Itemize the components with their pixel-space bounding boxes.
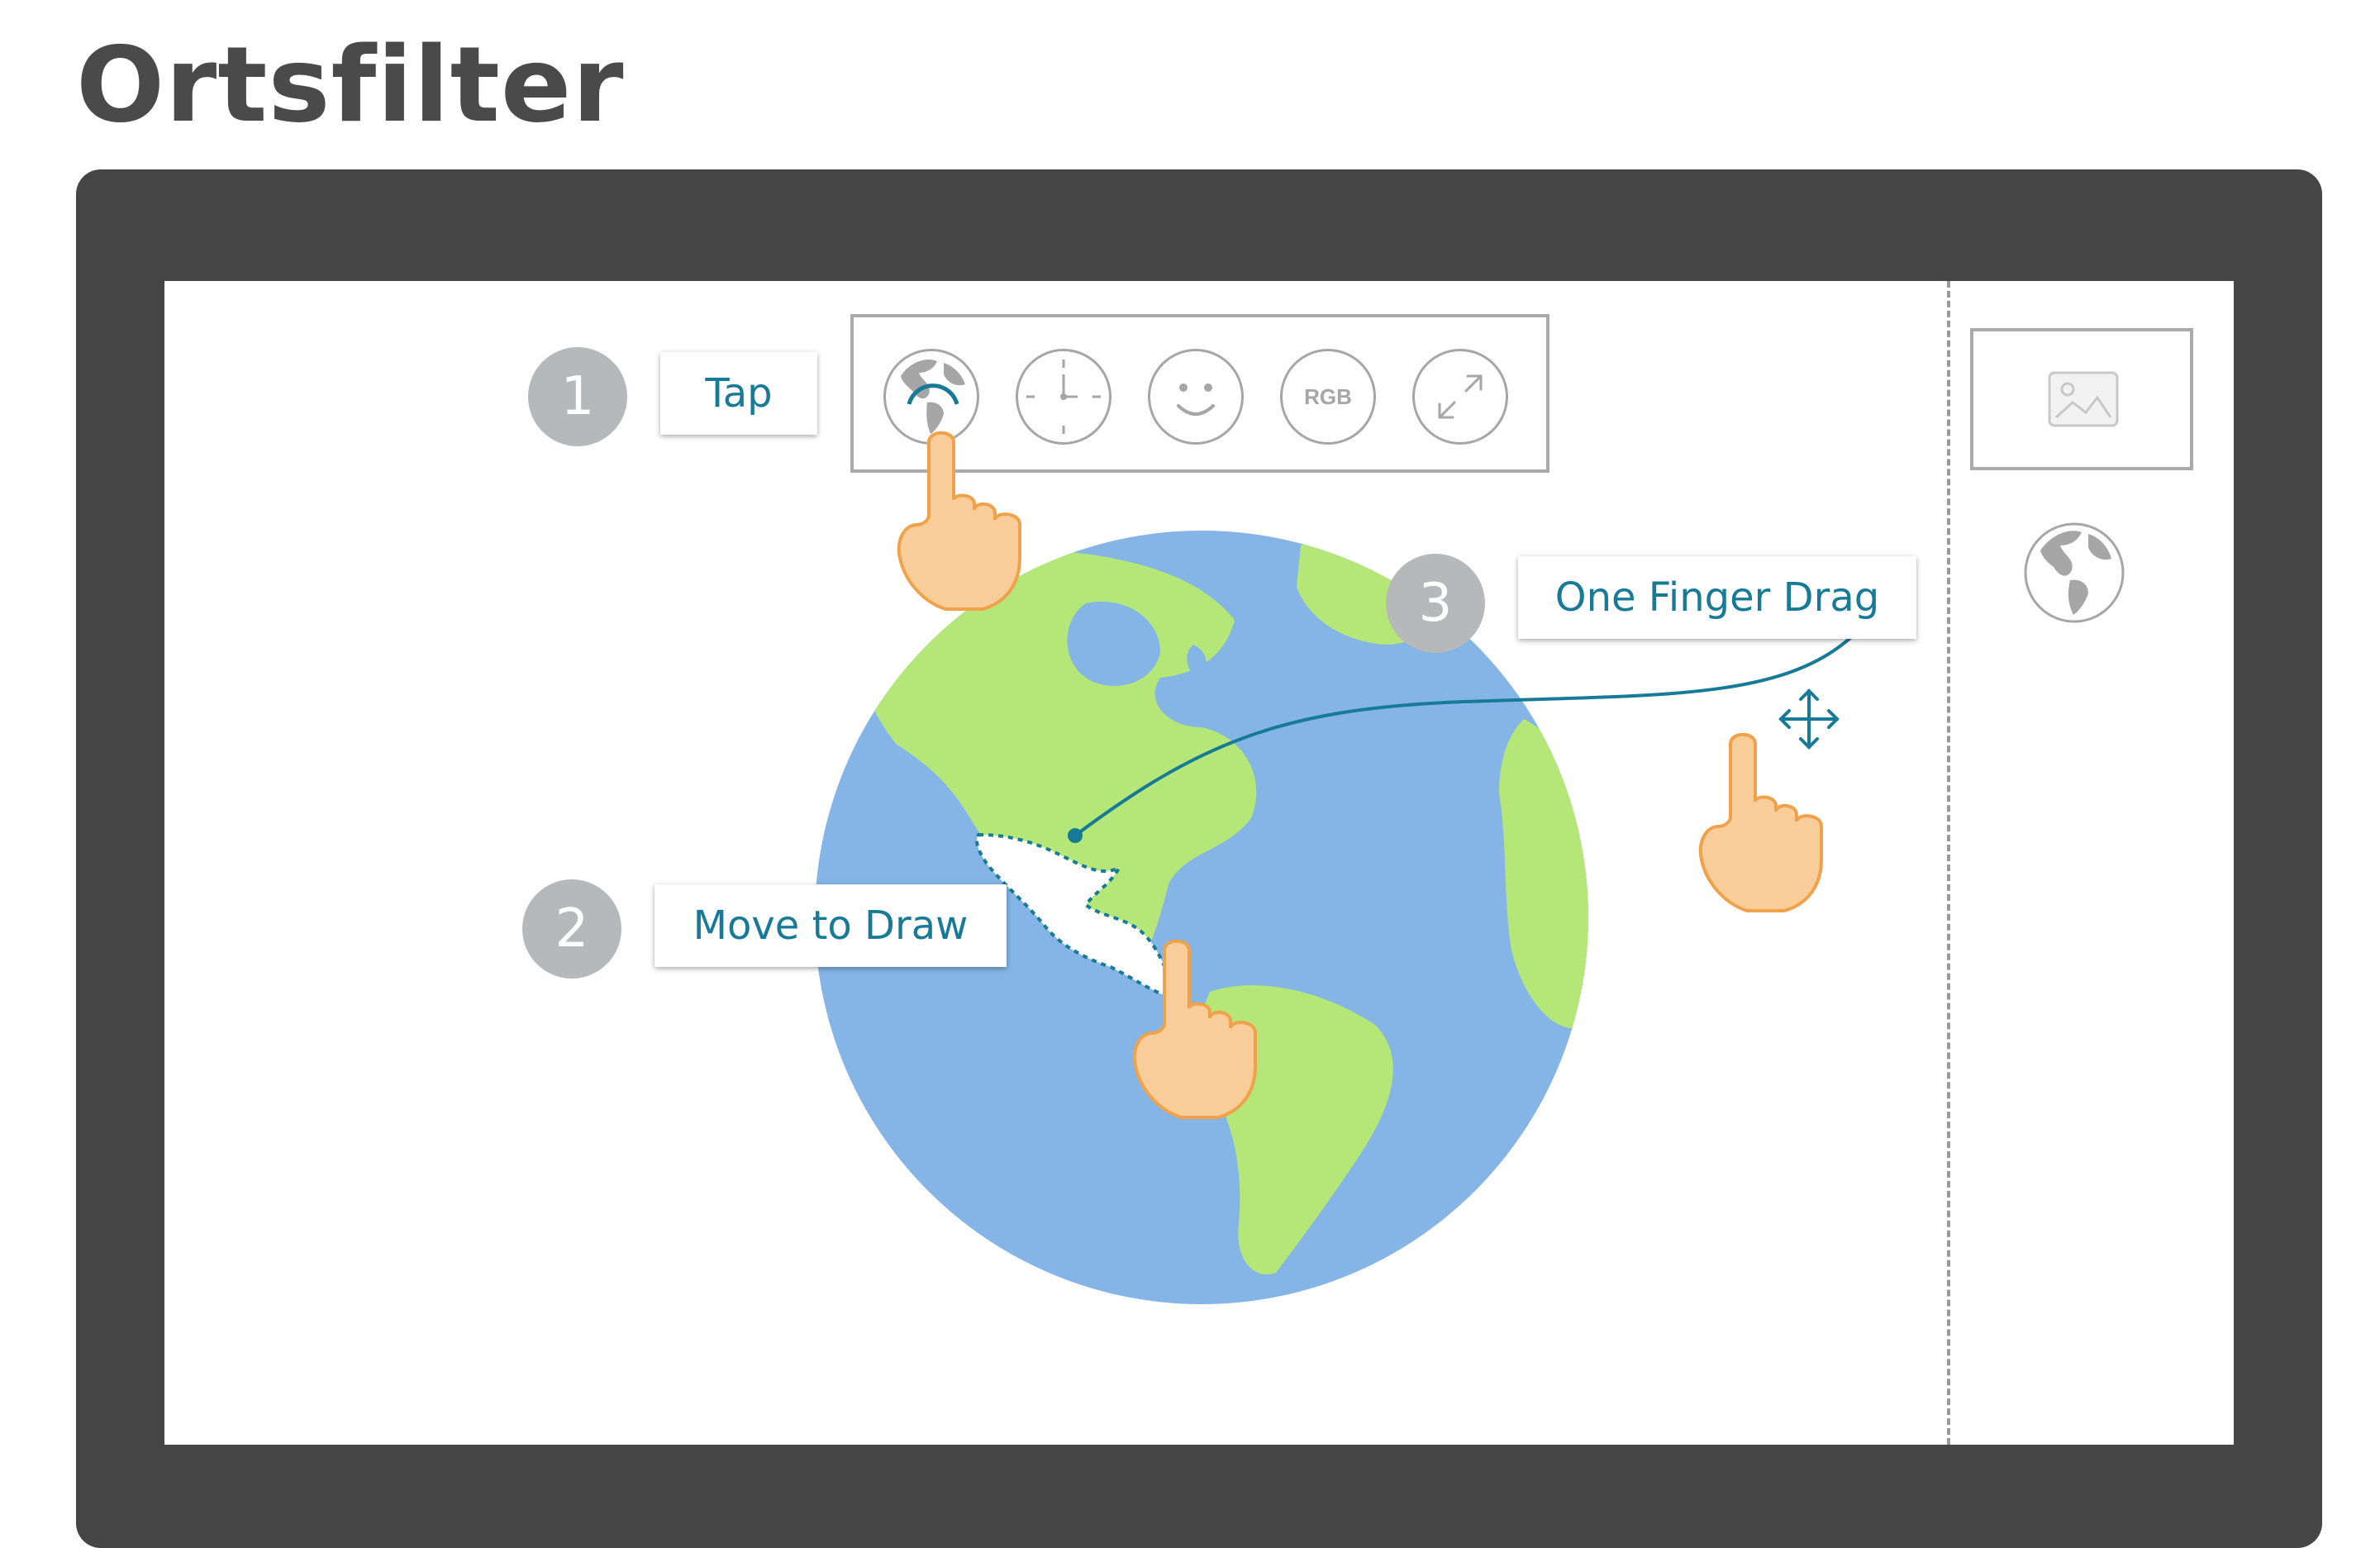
step-2-badge: 2 [522, 879, 621, 979]
rgb-icon: RGB [1304, 383, 1352, 409]
color-filter-button[interactable]: RGB [1280, 349, 1376, 445]
screen: RGB 1 Tap 2 Move to Draw 3 One Finger Dr… [164, 281, 2234, 1445]
expand-icon [1438, 374, 1483, 419]
face-filter-button[interactable] [1148, 349, 1244, 445]
step-2-callout: Move to Draw [654, 884, 1007, 967]
expand-button[interactable] [1412, 349, 1508, 445]
step-3-badge: 3 [1386, 554, 1485, 653]
sidebar-divider [1947, 281, 1950, 1445]
tap-hand-icon [897, 431, 1021, 611]
drag-hand-icon [1698, 732, 1823, 912]
image-icon [2048, 371, 2119, 427]
smiley-icon [1177, 383, 1215, 416]
image-thumbnail[interactable] [1970, 328, 2193, 470]
step-3-callout: One Finger Drag [1518, 556, 1916, 639]
page-title: Ortsfilter [76, 24, 625, 145]
step-1-badge: 1 [528, 347, 627, 446]
device-frame: RGB 1 Tap 2 Move to Draw 3 One Finger Dr… [76, 169, 2322, 1548]
step-1-callout: Tap [660, 352, 817, 435]
draw-hand-icon [1132, 939, 1257, 1119]
dropped-globe-filter-icon[interactable] [2022, 521, 2126, 625]
